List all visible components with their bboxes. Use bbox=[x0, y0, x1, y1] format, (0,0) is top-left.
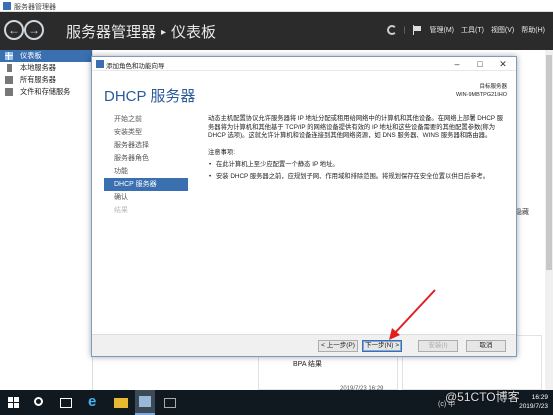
breadcrumb-page: 仪表板 bbox=[171, 24, 217, 41]
start-icon[interactable] bbox=[8, 397, 19, 408]
next-button[interactable]: 下一步(N) > bbox=[362, 340, 402, 352]
clock-time: 16:29 bbox=[531, 394, 548, 401]
destination-name: WIN-9MBTPG21IHO bbox=[455, 92, 507, 98]
dialog-title: 添加角色和功能向导 bbox=[106, 63, 165, 70]
maximize-icon[interactable]: □ bbox=[471, 58, 489, 70]
notifications-flag-icon[interactable] bbox=[412, 25, 422, 35]
servers-icon bbox=[5, 76, 13, 84]
sidebar-item-label: 本地服务器 bbox=[20, 63, 56, 72]
window-titlebar: 服务器管理器 bbox=[0, 0, 553, 12]
breadcrumb-separator: ▸ bbox=[161, 27, 167, 38]
clock[interactable]: 16:29 2019/7/23 bbox=[519, 393, 548, 411]
hide-link[interactable]: 隐藏 bbox=[515, 207, 529, 217]
file-explorer-icon[interactable] bbox=[114, 398, 128, 408]
step-features[interactable]: 功能 bbox=[104, 165, 188, 178]
sidebar-item-local-server[interactable]: 本地服务器 bbox=[0, 62, 92, 74]
step-confirmation[interactable]: 确认 bbox=[104, 191, 188, 204]
breadcrumb-root[interactable]: 服务器管理器 bbox=[66, 24, 156, 41]
close-icon[interactable]: ✕ bbox=[494, 58, 512, 70]
window-title: 服务器管理器 bbox=[14, 4, 56, 11]
menu-tools[interactable]: 工具(T) bbox=[461, 25, 484, 35]
forward-arrow-icon[interactable]: → bbox=[24, 20, 44, 40]
storage-icon bbox=[5, 88, 13, 96]
sidebar-item-all-servers[interactable]: 所有服务器 bbox=[0, 74, 92, 86]
separator: | bbox=[403, 26, 406, 34]
menu-help[interactable]: 帮助(H) bbox=[521, 25, 545, 35]
install-button: 安装(I) bbox=[418, 340, 458, 352]
step-installation-type[interactable]: 安装类型 bbox=[104, 126, 188, 139]
server-manager-taskbar-icon[interactable] bbox=[135, 390, 155, 415]
back-arrow-icon[interactable]: ← bbox=[4, 20, 24, 40]
step-results: 结果 bbox=[114, 207, 128, 214]
sidebar: 仪表板 本地服务器 所有服务器 文件和存储服务 bbox=[0, 50, 93, 390]
search-icon[interactable] bbox=[34, 397, 43, 406]
step-server-roles[interactable]: 服务器角色 bbox=[104, 152, 188, 165]
destination-server: 目标服务器 WIN-9MBTPG21IHO bbox=[456, 83, 507, 99]
wizard-icon bbox=[96, 60, 104, 68]
sidebar-item-label: 文件和存储服务 bbox=[20, 87, 71, 96]
scrollbar-thumb[interactable] bbox=[546, 55, 552, 270]
internet-explorer-icon[interactable]: e bbox=[88, 394, 102, 409]
app-taskbar-icon[interactable] bbox=[164, 398, 176, 408]
menu-manage[interactable]: 管理(M) bbox=[429, 25, 454, 35]
grid-icon bbox=[5, 52, 13, 60]
minimize-icon[interactable]: – bbox=[448, 58, 466, 70]
sidebar-item-file-storage[interactable]: 文件和存储服务 bbox=[0, 86, 92, 98]
sidebar-item-dashboard[interactable]: 仪表板 bbox=[0, 50, 92, 62]
destination-label: 目标服务器 bbox=[479, 84, 507, 90]
note-item: 在此计算机上至少应配置一个静态 IP 地址。 bbox=[208, 161, 508, 170]
previous-button[interactable]: < 上一步(P) bbox=[318, 340, 358, 352]
cancel-button[interactable]: 取消 bbox=[466, 340, 506, 352]
sidebar-item-label: 所有服务器 bbox=[20, 75, 56, 84]
breadcrumb: 服务器管理器 ▸ 仪表板 bbox=[66, 21, 216, 42]
wizard-heading: DHCP 服务器 bbox=[104, 88, 196, 105]
server-icon bbox=[7, 64, 12, 72]
step-dhcp-server[interactable]: DHCP 服务器 bbox=[104, 178, 188, 191]
bpa-results-label[interactable]: BPA 结果 bbox=[293, 359, 322, 369]
note-item: 安装 DHCP 服务器之前，应规划子网、作用域和排除范围。将规划保存在安全位置以… bbox=[208, 173, 508, 182]
add-roles-wizard-dialog: 添加角色和功能向导 – □ ✕ DHCP 服务器 目标服务器 WIN-9MBTP… bbox=[91, 56, 517, 357]
step-server-selection[interactable]: 服务器选择 bbox=[104, 139, 188, 152]
header-menu: | 管理(M) 工具(T) 视图(V) 帮助(H) bbox=[386, 25, 545, 35]
clock-date: 2019/7/23 bbox=[519, 403, 548, 410]
step-before-you-begin[interactable]: 开始之前 bbox=[104, 113, 188, 126]
menu-view[interactable]: 视图(V) bbox=[491, 25, 514, 35]
notes-list: 在此计算机上至少应配置一个静态 IP 地址。 安装 DHCP 服务器之前，应规划… bbox=[208, 161, 508, 181]
wizard-content: 动态主机配置协议允许服务器将 IP 地址分配或租用给网络中的计算机和其他设备。在… bbox=[208, 115, 508, 184]
header-bar: ← → 服务器管理器 ▸ 仪表板 | 管理(M) 工具(T) 视图(V) 帮助(H) bbox=[0, 12, 553, 50]
description-text: 动态主机配置协议允许服务器将 IP 地址分配或租用给网络中的计算机和其他设备。在… bbox=[208, 115, 504, 139]
wizard-steps: 开始之前 安装类型 服务器选择 服务器角色 功能 DHCP 服务器 确认 结果 bbox=[104, 113, 188, 217]
watermark: @51CTO博客 bbox=[445, 390, 520, 404]
notes-title: 注意事项: bbox=[208, 148, 235, 156]
refresh-icon[interactable] bbox=[386, 25, 397, 35]
app-icon bbox=[3, 2, 11, 10]
dialog-titlebar: 添加角色和功能向导 – □ ✕ bbox=[92, 57, 516, 71]
sidebar-item-label: 仪表板 bbox=[20, 51, 42, 60]
task-view-icon[interactable] bbox=[60, 398, 72, 408]
dialog-footer: < 上一步(P) 下一步(N) > 安装(I) 取消 bbox=[92, 334, 516, 356]
